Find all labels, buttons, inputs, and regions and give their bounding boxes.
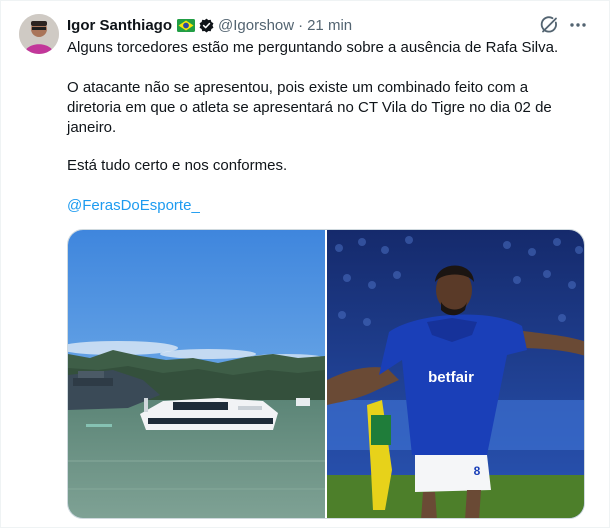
author-handle[interactable]: @Igorshow [218, 17, 294, 34]
brazil-flag-icon [177, 18, 195, 32]
yacht-photo[interactable] [68, 230, 325, 518]
author-avatar[interactable] [19, 14, 59, 54]
mention-link[interactable]: @FerasDoEsporte_ [67, 196, 200, 216]
jersey-number-text: 8 [474, 464, 481, 478]
tweet-text-line-3: diretoria em que o atleta se apresentará… [67, 99, 552, 116]
media-grid: betfair 8 [67, 229, 585, 519]
tweet-text-line-5: Está tudo certo e nos conformes. [67, 157, 288, 174]
tweet-timestamp[interactable]: 21 min [307, 17, 352, 34]
author-name[interactable]: Igor Santhiago [67, 17, 172, 34]
verified-badge-icon[interactable] [199, 18, 214, 33]
separator-dot: · [298, 16, 304, 34]
tweet-card[interactable]: Igor Santhiago @Igorshow · 21 min Alguns… [0, 0, 610, 528]
tweet-text-line-1: Alguns torcedores estão me perguntando s… [67, 39, 559, 56]
tweet-text-line-2: O atacante não se apresentou, pois exist… [67, 79, 529, 96]
tweet-text-line-4: janeiro. [67, 119, 117, 136]
jersey-sponsor-text: betfair [428, 369, 474, 386]
player-photo[interactable]: betfair 8 [327, 230, 584, 518]
more-options-icon[interactable] [567, 14, 589, 36]
tweet-header: Igor Santhiago @Igorshow · 21 min [67, 15, 352, 35]
grok-icon[interactable] [538, 14, 560, 36]
avatar-image [19, 14, 59, 54]
